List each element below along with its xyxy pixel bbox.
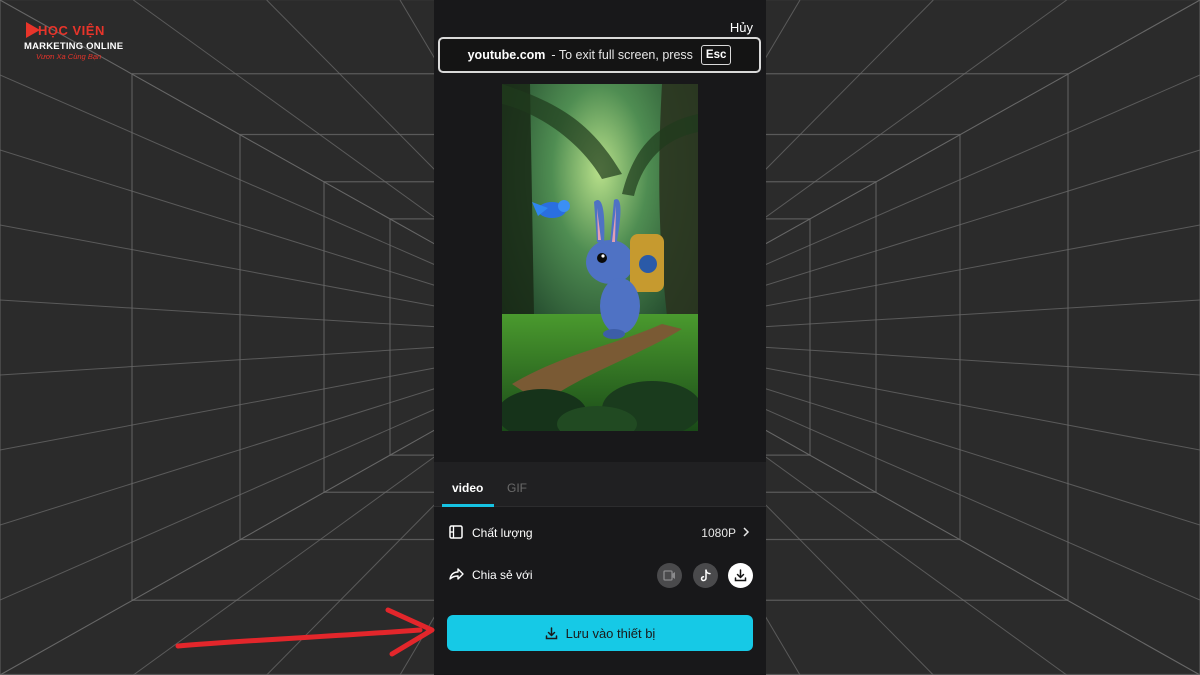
share-arrow-icon [449,568,464,580]
format-tabs: video GIF [434,462,766,507]
share-label: Chia sẻ với [472,568,533,582]
logo-line-1: HỌC VIỆN [38,23,105,38]
film-icon [449,525,463,539]
video-reel-icon [663,570,675,581]
quality-label: Chất lượng [472,526,533,540]
fullscreen-exit-banner: youtube.com - To exit full screen, press… [438,37,761,73]
share-tiktok-button[interactable] [693,563,718,588]
share-download-button[interactable] [728,563,753,588]
download-icon [545,626,557,639]
tab-video[interactable]: video [452,481,483,495]
brand-logo: HỌC VIỆN MARKETING ONLINE Vươn Xa Cùng B… [22,20,124,64]
tab-gif[interactable]: GIF [507,481,527,495]
save-to-device-button[interactable]: Lưu vào thiết bị [447,615,753,651]
active-tab-indicator [442,504,494,507]
video-preview [502,84,698,431]
share-video-reel-button[interactable] [657,563,682,588]
tiktok-icon [700,569,711,582]
cancel-button[interactable]: Hủy [730,20,753,35]
chevron-right-icon [743,527,750,537]
red-arrow-annotation [175,607,435,657]
download-icon [734,569,747,582]
quality-setting-row[interactable]: Chất lượng 1080P [434,518,766,548]
banner-message: - To exit full screen, press [551,48,693,62]
banner-domain: youtube.com [467,48,546,62]
export-panel: Hủy video GIF Chất lượng 1080P Chia sẻ v… [434,0,766,675]
esc-key-badge: Esc [700,45,732,65]
save-button-label: Lưu vào thiết bị [565,625,656,641]
logo-tagline: Vươn Xa Cùng Bạn [36,52,102,61]
logo-line-2: MARKETING ONLINE [24,41,124,52]
quality-value: 1080P [701,526,736,540]
